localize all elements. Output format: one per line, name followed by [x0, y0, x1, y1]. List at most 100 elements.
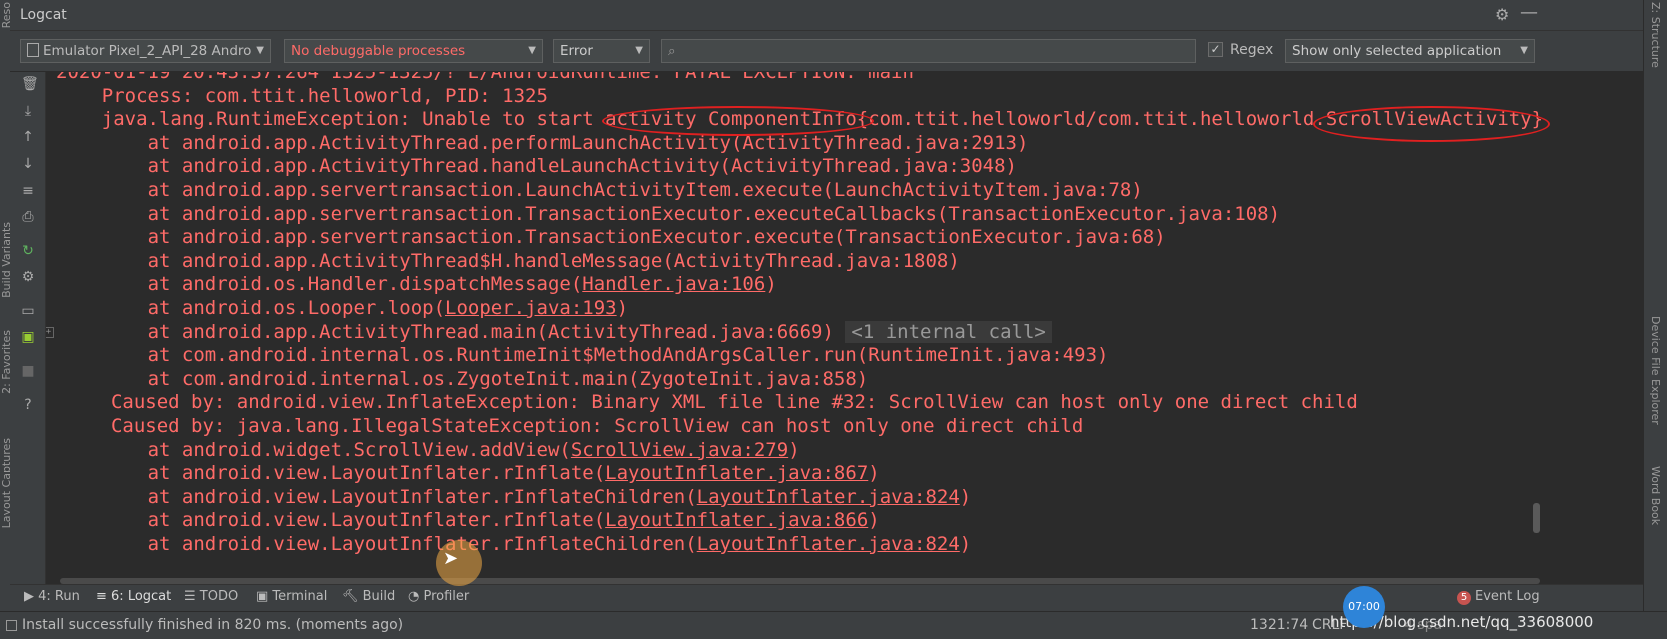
log-level-value: Error [560, 43, 593, 59]
device-selector[interactable]: Emulator Pixel_2_API_28 Androi ▼ [20, 39, 271, 63]
log-line-text: ) [616, 297, 629, 319]
todo-icon: ☰ [184, 589, 200, 604]
log-line-text: ) [959, 485, 972, 508]
tool-window-bar: ▶ 4: Run ≡ 6: Logcat ☰ TODO ▣ Terminal 🔨… [10, 584, 1643, 611]
log-line: at android.view.LayoutInflater.rInflateC… [148, 485, 972, 509]
log-line: at android.app.servertransaction.Transac… [148, 202, 1280, 226]
log-line: at android.view.LayoutInflater.rInflateC… [148, 532, 972, 556]
logcat-tab[interactable]: ≡ 6: Logcat [96, 589, 171, 604]
help-icon[interactable]: ? [21, 398, 35, 412]
log-line: at android.app.ActivityThread.main(Activ… [148, 320, 1052, 344]
log-line: Process: com.ttit.helloworld, PID: 1325 [102, 84, 548, 108]
run-tab[interactable]: ▶ 4: Run [24, 589, 80, 604]
log-line: Caused by: java.lang.IllegalStateExcepti… [111, 414, 1083, 438]
build-tab[interactable]: 🔨︎ Build [342, 589, 395, 604]
log-line-text: Caused by: java.lang.IllegalStateExcepti… [110, 415, 1084, 437]
log-line-text: ) [868, 462, 880, 485]
log-line-text: ) [788, 438, 800, 461]
source-link[interactable]: LayoutInflater.java:866 [605, 509, 868, 531]
run-tab-label: 4: Run [38, 589, 80, 604]
todo-tab[interactable]: ☰ TODO [184, 589, 238, 604]
source-link[interactable]: LayoutInflater.java:824 [697, 533, 960, 555]
log-line-text: at com.android.internal.os.ZygoteInit.ma… [147, 367, 869, 390]
build-tab-label: Build [362, 589, 396, 604]
log-line-text: at android.app.servertransaction.Transac… [147, 202, 1281, 225]
logcat-icon: ≡ [96, 589, 112, 604]
tool-window-header: Logcat ⚙ — [10, 0, 1643, 31]
scroll-to-end-icon[interactable]: ⤓ [21, 104, 35, 118]
source-link[interactable]: LayoutInflater.java:824 [697, 486, 960, 508]
search-icon: ⌕ [668, 43, 676, 59]
word-book-tab[interactable]: Word Book [1649, 466, 1662, 525]
restart-icon[interactable]: ↻ [21, 244, 35, 258]
filter-selector-value: Show only selected application [1292, 43, 1502, 59]
build-icon: 🔨︎ [342, 589, 363, 604]
todo-tab-label: TODO [199, 589, 239, 604]
log-line-text: at android.app.servertransaction.Transac… [147, 226, 1166, 249]
event-log-label: Event Log [1475, 589, 1540, 604]
chevron-down-icon: ▼ [252, 40, 264, 62]
log-line-text: ) [959, 533, 972, 555]
soft-wrap-icon[interactable]: ≡ [21, 184, 35, 198]
source-link[interactable]: Handler.java:106 [582, 273, 765, 295]
logcat-output[interactable]: 2020-01-19 20:43:37.264 1325-1325/? E/An… [46, 72, 1643, 580]
logcat-tab-label: 6: Logcat [111, 589, 172, 604]
log-line-text: at android.app.ActivityThread.performLau… [147, 131, 1029, 154]
mouse-cursor-icon: ➤ [443, 548, 459, 569]
source-link[interactable]: LayoutInflater.java:867 [605, 462, 868, 484]
event-log-badge: 5 [1457, 591, 1471, 605]
regex-checkbox[interactable]: ✓ [1208, 42, 1223, 57]
chevron-down-icon: ▼ [635, 45, 643, 56]
structure-tab[interactable]: Z: Structure [1649, 2, 1662, 68]
gear-icon[interactable]: ⚙ [1495, 5, 1509, 24]
log-line-text: Caused by: android.view.InflateException… [110, 391, 1358, 414]
log-line-text: at android.widget.ScrollView.addView( [147, 438, 571, 461]
profiler-tab[interactable]: ◔ Profiler [408, 589, 469, 604]
device-file-explorer-tab[interactable]: Device File Explorer [1649, 316, 1662, 425]
logcat-side-toolbar: 🗑 ⤓ ↑ ↓ ≡ ⎙ ↻ ⚙ ▭ ▣ ■ ? [10, 72, 46, 584]
arrow-up-icon[interactable]: ↑ [21, 130, 35, 144]
source-link[interactable]: ScrollView.java:279 [571, 439, 788, 461]
screen-record-icon[interactable]: ▣ [21, 330, 35, 344]
settings-icon[interactable]: ⚙ [21, 270, 35, 284]
log-line-text: at android.app.servertransaction.LaunchA… [147, 179, 1143, 201]
event-log-tab[interactable]: 5 Event Log [1457, 589, 1540, 605]
right-tool-stripe: Z: Structure Device File Explorer Word B… [1643, 0, 1667, 638]
expand-icon[interactable]: + [46, 327, 54, 338]
log-line-text: ) [765, 273, 777, 296]
clear-logcat-icon[interactable]: 🗑 [21, 77, 39, 91]
annotation-circle [602, 106, 874, 136]
log-line: at com.android.internal.os.RuntimeInit$M… [148, 343, 1109, 367]
arrow-down-icon[interactable]: ↓ [21, 157, 35, 171]
caret-position[interactable]: 1321:74 [1250, 617, 1308, 633]
log-level-selector[interactable]: Error ▼ [553, 39, 650, 63]
log-line: at com.android.internal.os.ZygoteInit.ma… [148, 367, 869, 391]
terminal-tab-label: Terminal [272, 589, 328, 604]
run-icon: ▶ [24, 589, 39, 604]
annotation-circle [1313, 106, 1550, 142]
screen-capture-icon[interactable]: ▭ [21, 304, 35, 318]
toggle-tool-windows-icon[interactable] [6, 620, 17, 631]
log-line: at android.view.LayoutInflater.rInflate(… [148, 461, 880, 485]
internal-call-fold[interactable]: <1 internal call> [845, 320, 1052, 343]
log-line-text: at android.view.LayoutInflater.rInflate( [147, 509, 606, 532]
log-line: at android.app.ActivityThread.performLau… [148, 131, 1029, 155]
stop-icon[interactable]: ■ [21, 364, 35, 378]
log-line: Caused by: android.view.InflateException… [111, 390, 1358, 414]
terminal-tab[interactable]: ▣ Terminal [256, 589, 327, 604]
status-message: Install successfully finished in 820 ms.… [22, 617, 404, 633]
print-icon[interactable]: ⎙ [21, 210, 35, 224]
minimize-icon[interactable]: — [1520, 2, 1538, 23]
log-line-text: at android.app.ActivityThread.main(Activ… [147, 320, 834, 343]
search-input[interactable]: ⌕ [661, 39, 1196, 63]
log-line-text: at android.view.LayoutInflater.rInflateC… [147, 485, 697, 508]
filter-selector[interactable]: Show only selected application ▼ [1285, 39, 1535, 63]
source-link[interactable]: Looper.java:193 [445, 297, 617, 319]
device-selector-value: Emulator Pixel_2_API_28 Androi [43, 43, 256, 59]
process-selector[interactable]: No debuggable processes ▼ [284, 39, 543, 63]
log-line: at android.app.ActivityThread$H.handleMe… [148, 249, 960, 273]
log-line: at android.os.Looper.loop(Looper.java:19… [148, 296, 628, 320]
chevron-down-icon: ▼ [1520, 45, 1528, 56]
log-line: at android.app.servertransaction.Transac… [148, 225, 1166, 249]
vertical-scrollbar[interactable] [1533, 503, 1540, 533]
